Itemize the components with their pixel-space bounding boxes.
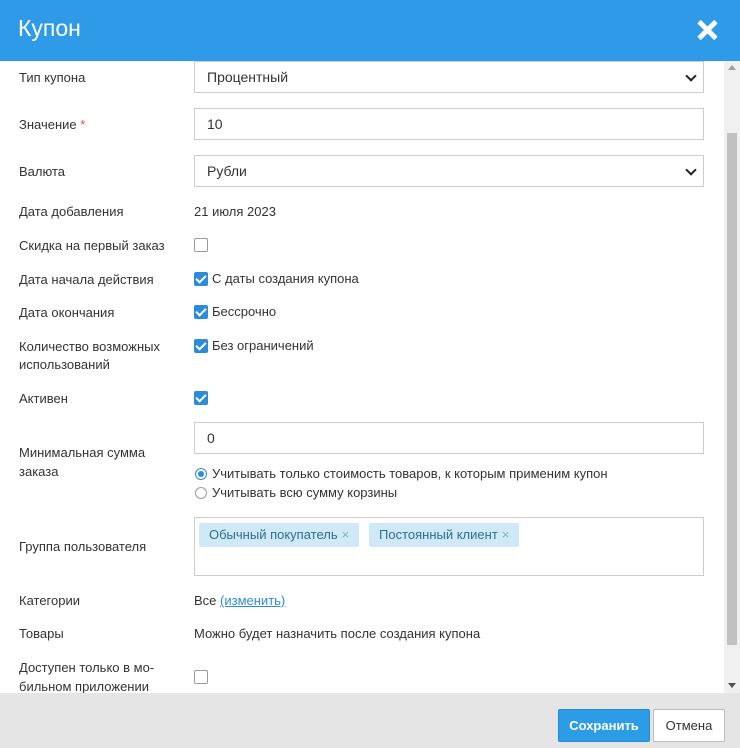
products-value: Можно будет назначить после создания куп… (194, 626, 481, 641)
scroll-down-arrow-icon[interactable] (728, 683, 736, 688)
dialog-footer: Сохранить Отмена (0, 693, 740, 748)
products-label: Товары (19, 626, 64, 641)
start-date-text: С даты создания купона (212, 271, 359, 286)
min-order-radio-products-text: Учитывать только стоимость товаров, к ко… (212, 466, 608, 481)
categories-value-row: Все (изменить) (194, 592, 285, 610)
categories-change-link[interactable]: (изменить) (220, 593, 285, 608)
chevron-down-icon (685, 70, 697, 82)
mobile-only-label-2: бильном приложении (19, 679, 149, 693)
min-order-label-1: Минимальная сумма (19, 445, 146, 460)
usage-count-text: Без ограничений (212, 338, 314, 353)
form-body: Тип купона Процентный Значение * 10 Валю… (0, 61, 740, 693)
currency-label: Валюта (19, 164, 65, 179)
value-label-text: Значение (19, 117, 77, 132)
user-group-tag: Обычный покупатель × (199, 523, 360, 547)
date-added-value: 21 июля 2023 (194, 204, 276, 219)
usage-count-label-1: Количество возможных (19, 339, 160, 354)
dialog-title: Купон (18, 15, 81, 41)
end-date-text: Бессрочно (212, 304, 277, 319)
coupon-type-select[interactable]: Процентный (194, 61, 704, 93)
user-group-tag: Постоянный клиент × (369, 523, 520, 547)
first-order-label: Скидка на первый заказ (19, 238, 165, 253)
usage-count-label-2: использований (19, 357, 110, 372)
start-date-checkbox[interactable] (194, 272, 208, 286)
chevron-down-icon (685, 164, 697, 176)
min-order-label-2: заказа (19, 464, 59, 479)
min-order-radio-products[interactable] (195, 468, 207, 480)
user-group-tag-label: Постоянный клиент (379, 527, 498, 542)
categories-value: Все (194, 593, 217, 608)
user-group-label: Группа пользователя (19, 539, 147, 554)
currency-value: Рубли (207, 163, 247, 179)
user-group-tag-input[interactable]: Обычный покупатель × Постоянный клиент × (194, 517, 704, 576)
start-date-label: Дата начала действия (19, 272, 154, 287)
end-date-label: Дата окончания (19, 305, 115, 320)
first-order-checkbox[interactable] (194, 238, 208, 252)
value-input-text: 10 (207, 116, 223, 132)
cancel-button[interactable]: Отмена (653, 709, 725, 742)
scrollbar-thumb[interactable] (727, 133, 737, 645)
mobile-only-checkbox[interactable] (194, 670, 208, 684)
remove-tag-icon[interactable]: × (502, 527, 510, 542)
active-checkbox[interactable] (194, 391, 208, 405)
value-label: Значение * (19, 115, 85, 134)
currency-select[interactable]: Рубли (194, 155, 704, 187)
coupon-type-value: Процентный (207, 69, 289, 85)
min-order-input-text: 0 (207, 430, 215, 446)
date-added-label: Дата добавления (19, 204, 124, 219)
mobile-only-label-1: Доступен только в мо- (19, 660, 155, 675)
required-mark: * (80, 117, 86, 132)
vertical-scrollbar[interactable] (724, 61, 740, 693)
end-date-checkbox[interactable] (194, 305, 208, 319)
dialog-header: Купон (0, 0, 740, 61)
scroll-up-arrow-icon[interactable] (728, 65, 736, 70)
save-button[interactable]: Сохранить (558, 709, 650, 742)
usage-count-checkbox[interactable] (194, 339, 208, 353)
categories-label: Категории (19, 593, 80, 608)
min-order-radio-cart-text: Учитывать всю сумму корзины (212, 485, 398, 500)
value-input[interactable]: 10 (194, 108, 704, 140)
close-icon[interactable] (694, 16, 722, 44)
remove-tag-icon[interactable]: × (342, 527, 350, 542)
coupon-type-label: Тип купона (19, 70, 86, 85)
user-group-tag-label: Обычный покупатель (209, 527, 338, 542)
min-order-radio-cart[interactable] (195, 487, 207, 499)
min-order-input[interactable]: 0 (194, 422, 704, 454)
active-label: Активен (19, 391, 68, 406)
